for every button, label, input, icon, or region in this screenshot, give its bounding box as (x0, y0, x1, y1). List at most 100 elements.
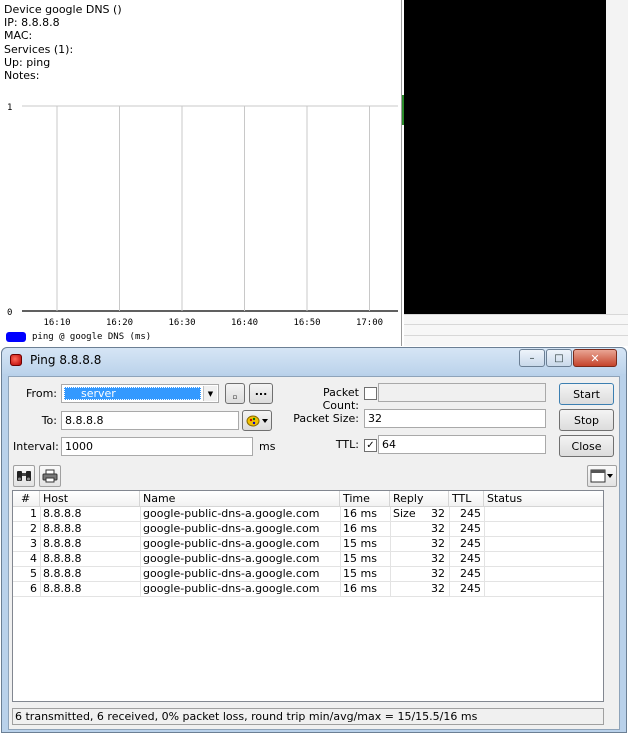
cell-time: 15 ms (343, 567, 377, 580)
from-option-button[interactable]: ▫ (225, 383, 245, 404)
device-name: Device google DNS () (4, 3, 122, 16)
background-grid (404, 314, 628, 346)
legend-label: ping @ google DNS (ms) (32, 332, 152, 342)
cell-number: 2 (30, 522, 37, 535)
cell-reply-size: 32 (431, 582, 445, 595)
table-row[interactable]: 1 8.8.8.8 google-public-dns-a.google.com 16… (13, 507, 603, 522)
background-area (606, 0, 628, 346)
start-button[interactable]: Start (559, 383, 614, 405)
x-tick-label: 16:40 (231, 318, 258, 328)
chart-legend: ping @ google DNS (ms) (6, 332, 151, 342)
dropdown-arrow-icon[interactable]: ▼ (203, 386, 217, 401)
cell-ttl: 245 (460, 567, 481, 580)
interval-label: Interval: (13, 440, 59, 453)
device-services: Services (1): (4, 42, 74, 56)
small-square-icon: ▫ (232, 392, 238, 401)
device-graph-panel: Device google DNS () IP: 8.8.8.8 MAC: Se… (0, 0, 402, 346)
column-header-time[interactable]: Time (340, 491, 390, 507)
find-button[interactable] (13, 465, 35, 487)
from-select[interactable]: server ▼ (61, 384, 219, 403)
interval-field[interactable]: 1000 (61, 437, 253, 456)
x-tick-label: 16:10 (43, 318, 70, 328)
cell-number: 5 (30, 567, 37, 580)
cell-number: 3 (30, 537, 37, 550)
to-field[interactable]: 8.8.8.8 (61, 411, 239, 430)
cell-status (487, 522, 603, 537)
cell-time: 16 ms (343, 507, 377, 520)
cell-name: google-public-dns-a.google.com (143, 537, 320, 550)
cell-status (487, 552, 603, 567)
close-button[interactable]: Close (559, 435, 614, 457)
cell-name: google-public-dns-a.google.com (143, 522, 320, 535)
cell-name: google-public-dns-a.google.com (143, 507, 320, 520)
table-row[interactable]: 5 8.8.8.8 google-public-dns-a.google.com 15… (13, 567, 603, 582)
background-black-window (404, 0, 606, 314)
packet-count-field[interactable] (378, 383, 546, 402)
cell-status (487, 582, 603, 597)
cell-ttl: 245 (460, 522, 481, 535)
ping-app-icon (10, 354, 22, 366)
cell-time: 15 ms (343, 537, 377, 550)
cell-reply-size: 32 (431, 567, 445, 580)
packet-size-label: Packet Size: (293, 412, 359, 425)
minimize-button[interactable]: – (519, 349, 545, 367)
cell-host: 8.8.8.8 (43, 582, 82, 595)
table-row[interactable]: 3 8.8.8.8 google-public-dns-a.google.com 15… (13, 537, 603, 552)
more-options-button[interactable]: ... (249, 383, 273, 404)
window-title: Ping 8.8.8.8 (30, 353, 102, 367)
column-header-name[interactable]: Name (140, 491, 340, 507)
cell-reply-size: 32 (431, 507, 445, 520)
x-tick-label: 16:30 (168, 318, 195, 328)
cell-name: google-public-dns-a.google.com (143, 582, 320, 595)
column-header-host[interactable]: Host (40, 491, 140, 507)
columns-menu-button[interactable] (587, 465, 617, 487)
y-tick-label: 1 (7, 103, 12, 113)
cell-ttl: 245 (460, 507, 481, 520)
x-tick-label: 17:00 (356, 318, 383, 328)
binoculars-icon (17, 471, 31, 481)
table-row[interactable]: 2 8.8.8.8 google-public-dns-a.google.com 16… (13, 522, 603, 537)
ping-form: From: server ▼ ▫ ... To: 8.8.8.8 Interva… (8, 376, 620, 730)
from-label: From: (26, 387, 57, 400)
column-header-status[interactable]: Status (484, 491, 603, 507)
packet-size-field[interactable]: 32 (364, 409, 546, 428)
cell-reply-size: 32 (431, 552, 445, 565)
column-header-reply-size[interactable]: Reply Size (390, 491, 449, 520)
packet-count-checkbox[interactable] (364, 387, 377, 400)
color-picker-button[interactable] (242, 410, 272, 431)
device-info: Device google DNS () IP: 8.8.8.8 MAC: Se… (4, 3, 122, 82)
table-row[interactable]: 4 8.8.8.8 google-public-dns-a.google.com 15… (13, 552, 603, 567)
maximize-icon: □ (554, 352, 564, 364)
title-bar[interactable]: Ping 8.8.8.8 – □ ✕ (2, 348, 626, 374)
ping-chart: 16:10 16:20 16:30 16:40 16:50 17:00 0 1 (7, 103, 398, 328)
device-mac: MAC: (4, 29, 33, 43)
packet-count-label: Packet Count: (322, 386, 359, 412)
ttl-field[interactable]: 64 (378, 435, 546, 454)
x-tick-label: 16:50 (293, 318, 320, 328)
stop-button[interactable]: Stop (559, 409, 614, 431)
close-window-button[interactable]: ✕ (573, 349, 617, 367)
legend-swatch (6, 332, 26, 342)
ttl-label: TTL: (335, 438, 359, 451)
cell-number: 4 (30, 552, 37, 565)
cell-time: 15 ms (343, 552, 377, 565)
to-label: To: (41, 414, 57, 427)
printer-icon (42, 469, 58, 483)
device-ip: IP: 8.8.8.8 (4, 16, 60, 30)
print-button[interactable] (39, 465, 61, 487)
color-palette-icon (246, 415, 268, 426)
ttl-checkbox[interactable]: ✓ (364, 439, 377, 452)
cell-time: 16 ms (343, 582, 377, 595)
column-header-number[interactable]: # (13, 491, 40, 507)
cell-host: 8.8.8.8 (43, 537, 82, 550)
maximize-button[interactable]: □ (546, 349, 572, 367)
cell-name: google-public-dns-a.google.com (143, 567, 320, 580)
minimize-icon: – (529, 352, 535, 364)
table-row[interactable]: 6 8.8.8.8 google-public-dns-a.google.com 16… (13, 582, 603, 597)
column-header-ttl[interactable]: TTL (449, 491, 484, 507)
cell-ttl: 245 (460, 552, 481, 565)
table-header: # Host Name Time Reply Size TTL Status (13, 491, 603, 520)
cell-host: 8.8.8.8 (43, 507, 82, 520)
cell-name: google-public-dns-a.google.com (143, 552, 320, 565)
cell-host: 8.8.8.8 (43, 552, 82, 565)
